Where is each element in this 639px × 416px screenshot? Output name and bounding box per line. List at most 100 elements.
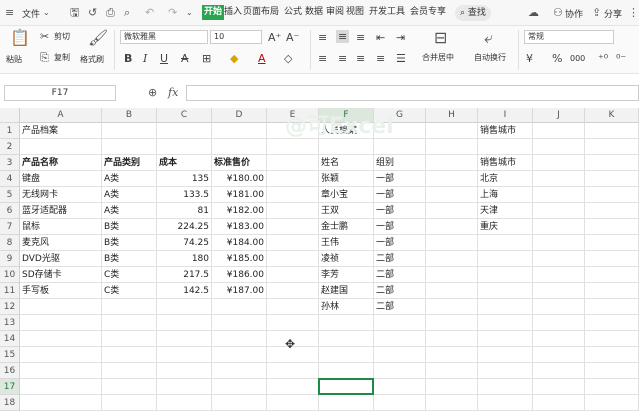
cell-i3[interactable]: 销售城市 xyxy=(478,155,533,171)
cell-c3[interactable]: 成本 xyxy=(157,155,212,171)
cell-a15[interactable] xyxy=(20,347,102,363)
cell-b5[interactable]: A类 xyxy=(102,187,157,203)
cell-f14[interactable] xyxy=(319,331,374,347)
cell-k16[interactable] xyxy=(585,363,639,379)
cell-a9[interactable]: DVD光驱 xyxy=(20,251,102,267)
cell-k8[interactable] xyxy=(585,235,639,251)
row-header-1[interactable]: 1 xyxy=(0,123,20,139)
row-header-4[interactable]: 4 xyxy=(0,171,20,187)
cell-i7[interactable]: 重庆 xyxy=(478,219,533,235)
copy-icon[interactable]: ⎘ xyxy=(40,52,49,63)
cell-d13[interactable] xyxy=(212,315,267,331)
cell-f3[interactable]: 姓名 xyxy=(319,155,374,171)
format-painter-button[interactable]: 格式刷 xyxy=(80,55,104,65)
cell-g10[interactable]: 二部 xyxy=(374,267,426,283)
file-menu[interactable]: 文件 xyxy=(22,7,40,20)
cell-b9[interactable]: B类 xyxy=(102,251,157,267)
tab-data[interactable]: 数据 xyxy=(305,5,323,20)
column-header-j[interactable]: J xyxy=(533,108,585,123)
redo-icon[interactable]: ↷ xyxy=(168,6,177,19)
cell-j10[interactable] xyxy=(533,267,585,283)
cell-i10[interactable] xyxy=(478,267,533,283)
number-format-select[interactable]: 常规 xyxy=(524,30,614,44)
cell-f13[interactable] xyxy=(319,315,374,331)
cell-c18[interactable] xyxy=(157,395,212,411)
cell-b12[interactable] xyxy=(102,299,157,315)
cell-k1[interactable] xyxy=(585,123,639,139)
cell-d17[interactable] xyxy=(212,379,267,395)
cell-h7[interactable] xyxy=(426,219,478,235)
merge-center-button[interactable]: 合并居中 xyxy=(422,53,454,63)
cell-j9[interactable] xyxy=(533,251,585,267)
cell-d5[interactable]: ¥181.00 xyxy=(212,187,267,203)
cell-f16[interactable] xyxy=(319,363,374,379)
cell-f12[interactable]: 孙林 xyxy=(319,299,374,315)
wrap-text-button[interactable]: 自动换行 xyxy=(474,53,506,63)
cell-d16[interactable] xyxy=(212,363,267,379)
fill-color-icon[interactable]: ◆ xyxy=(230,53,238,64)
cell-d1[interactable] xyxy=(212,123,267,139)
cell-d10[interactable]: ¥186.00 xyxy=(212,267,267,283)
cell-c15[interactable] xyxy=(157,347,212,363)
collab-button[interactable]: 协作 xyxy=(565,7,583,20)
column-header-f[interactable]: F xyxy=(319,108,374,123)
scissors-icon[interactable]: ✂ xyxy=(40,31,49,42)
cell-g3[interactable]: 组别 xyxy=(374,155,426,171)
cell-h4[interactable] xyxy=(426,171,478,187)
row-header-12[interactable]: 12 xyxy=(0,299,20,315)
cell-b17[interactable] xyxy=(102,379,157,395)
cell-c12[interactable] xyxy=(157,299,212,315)
cell-h13[interactable] xyxy=(426,315,478,331)
cell-d18[interactable] xyxy=(212,395,267,411)
cell-a17[interactable] xyxy=(20,379,102,395)
increase-decimal-icon[interactable]: ⁺⁰ xyxy=(598,53,608,64)
cell-c14[interactable] xyxy=(157,331,212,347)
select-all-corner[interactable] xyxy=(0,108,20,123)
cell-g4[interactable]: 一部 xyxy=(374,171,426,187)
more-chevron-icon[interactable]: ⌄ xyxy=(186,6,193,19)
cell-h16[interactable] xyxy=(426,363,478,379)
cell-j16[interactable] xyxy=(533,363,585,379)
cell-j12[interactable] xyxy=(533,299,585,315)
cell-b13[interactable] xyxy=(102,315,157,331)
cell-a16[interactable] xyxy=(20,363,102,379)
cell-a2[interactable] xyxy=(20,139,102,155)
cell-d14[interactable] xyxy=(212,331,267,347)
row-header-14[interactable]: 14 xyxy=(0,331,20,347)
cell-j18[interactable] xyxy=(533,395,585,411)
cell-h8[interactable] xyxy=(426,235,478,251)
indent-decrease-icon[interactable]: ⇤ xyxy=(376,32,385,43)
cell-j6[interactable] xyxy=(533,203,585,219)
cell-a3[interactable]: 产品名称 xyxy=(20,155,102,171)
clear-format-icon[interactable]: ◇ xyxy=(284,53,292,64)
row-header-7[interactable]: 7 xyxy=(0,219,20,235)
font-size-select[interactable]: 10 xyxy=(210,30,262,44)
tab-insert[interactable]: 插入 xyxy=(224,5,242,20)
cell-c8[interactable]: 74.25 xyxy=(157,235,212,251)
cell-d2[interactable] xyxy=(212,139,267,155)
cell-g9[interactable]: 二部 xyxy=(374,251,426,267)
cloud-icon[interactable]: ☁ xyxy=(528,6,539,19)
column-header-d[interactable]: D xyxy=(212,108,267,123)
decrease-decimal-icon[interactable]: ⁰⁻ xyxy=(616,53,626,64)
cell-d11[interactable]: ¥187.00 xyxy=(212,283,267,299)
row-header-15[interactable]: 15 xyxy=(0,347,20,363)
cell-b1[interactable] xyxy=(102,123,157,139)
cell-h17[interactable] xyxy=(426,379,478,395)
name-box[interactable]: F17 xyxy=(4,85,116,101)
cell-j13[interactable] xyxy=(533,315,585,331)
cell-j3[interactable] xyxy=(533,155,585,171)
cell-a4[interactable]: 键盘 xyxy=(20,171,102,187)
cell-a8[interactable]: 麦克风 xyxy=(20,235,102,251)
cell-h1[interactable] xyxy=(426,123,478,139)
column-header-i[interactable]: I xyxy=(478,108,533,123)
row-header-8[interactable]: 8 xyxy=(0,235,20,251)
column-header-g[interactable]: G xyxy=(374,108,426,123)
cell-c17[interactable] xyxy=(157,379,212,395)
cell-i13[interactable] xyxy=(478,315,533,331)
cell-i8[interactable] xyxy=(478,235,533,251)
row-header-18[interactable]: 18 xyxy=(0,395,20,411)
cell-h9[interactable] xyxy=(426,251,478,267)
cell-c6[interactable]: 81 xyxy=(157,203,212,219)
cell-h11[interactable] xyxy=(426,283,478,299)
